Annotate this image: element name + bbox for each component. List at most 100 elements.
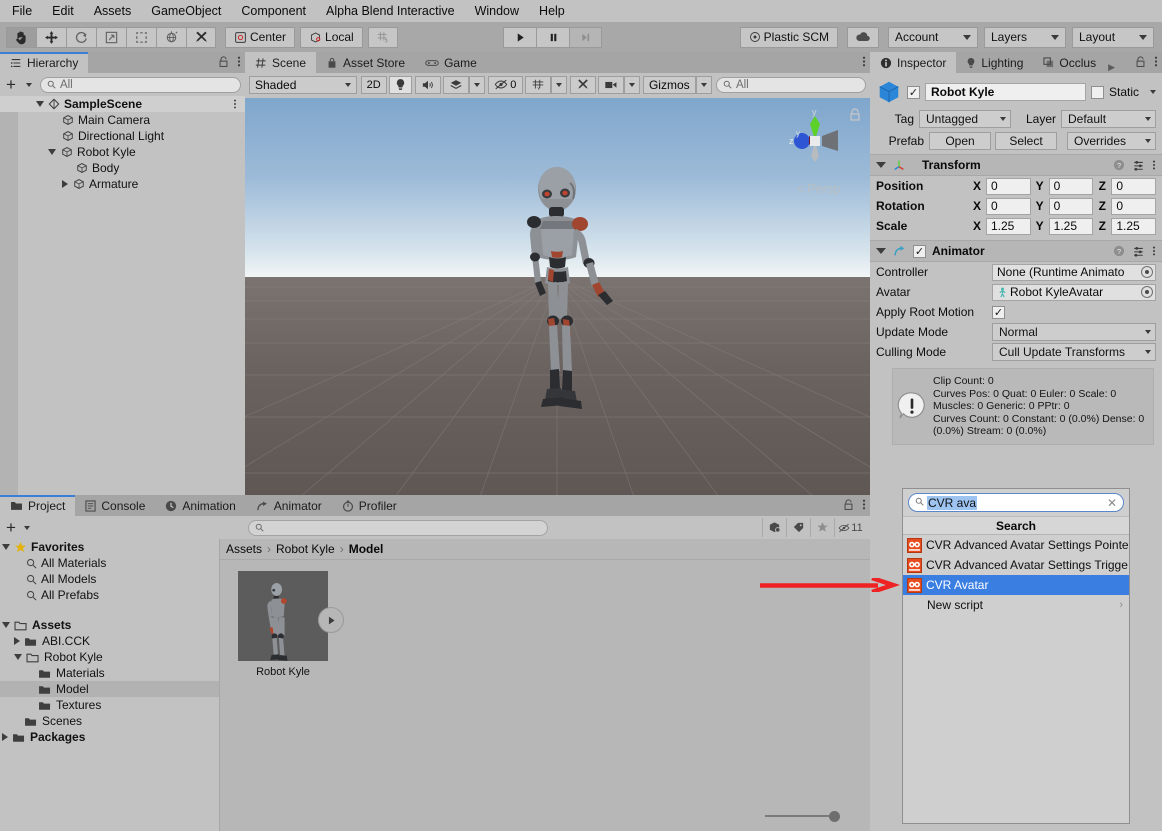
controller-object-field[interactable]: None (Runtime Animato	[992, 263, 1156, 281]
scale-tool-icon[interactable]	[96, 26, 126, 48]
scene-lighting-toggle[interactable]	[389, 75, 413, 94]
scene-fx-dropdown[interactable]	[469, 75, 486, 94]
avatar-object-field[interactable]: Robot KyleAvatar	[992, 283, 1156, 301]
breadcrumb-robot-kyle[interactable]: Robot Kyle	[276, 542, 335, 556]
scene-grid-toggle[interactable]: Y	[525, 75, 552, 94]
menu-item-help[interactable]: Help	[529, 0, 575, 22]
kebab-menu-icon[interactable]	[862, 55, 866, 68]
pivot-mode-button[interactable]: Center	[225, 26, 296, 48]
hierarchy-item-directional-light[interactable]: Directional Light	[0, 128, 245, 144]
asset-item-robot-kyle[interactable]: Robot Kyle	[238, 571, 344, 678]
rotation-z-input[interactable]: 0	[1111, 197, 1157, 215]
cloud-button[interactable]	[847, 26, 879, 48]
help-icon[interactable]: ?	[1113, 159, 1125, 171]
tab-hierarchy[interactable]: Hierarchy	[0, 52, 89, 73]
position-z-input[interactable]: 0	[1111, 177, 1157, 195]
add-component-item-cvr-advanced-avatar-settings-pointer[interactable]: CVR Advanced Avatar Settings Pointe	[903, 535, 1129, 555]
account-dropdown[interactable]: Account	[888, 26, 978, 48]
culling-mode-dropdown[interactable]: Cull Update Transforms	[992, 343, 1156, 361]
scene-snap-tools-button[interactable]	[569, 75, 596, 94]
project-tree-item-all-materials[interactable]: All Materials	[0, 555, 219, 571]
chevron-right-icon[interactable]	[2, 733, 8, 741]
update-mode-dropdown[interactable]: Normal	[992, 323, 1156, 341]
hand-tool-icon[interactable]	[6, 26, 36, 48]
space-mode-button[interactable]: Local	[300, 26, 363, 48]
menu-item-gameobject[interactable]: GameObject	[141, 0, 231, 22]
chevron-down-icon[interactable]	[1150, 90, 1156, 94]
kebab-menu-icon[interactable]	[1154, 55, 1158, 68]
hierarchy-search-input[interactable]: All	[39, 76, 241, 93]
add-component-item-cvr-advanced-avatar-settings-trigger[interactable]: CVR Advanced Avatar Settings Trigge	[903, 555, 1129, 575]
kebab-menu-icon[interactable]	[1152, 245, 1156, 257]
project-tree-item-textures[interactable]: Textures	[0, 697, 219, 713]
animator-enabled-checkbox[interactable]: ✓	[913, 244, 926, 258]
chevron-down-icon[interactable]	[876, 248, 886, 254]
chevron-right-icon[interactable]	[62, 180, 68, 188]
chevron-down-icon[interactable]	[876, 162, 886, 168]
tab-occlusion[interactable]: Occlus	[1033, 52, 1106, 73]
add-component-item-cvr-avatar[interactable]: CVR Avatar	[903, 575, 1129, 595]
step-button[interactable]	[569, 26, 603, 48]
chevron-down-icon[interactable]	[23, 525, 30, 530]
help-icon[interactable]: ?	[1113, 245, 1125, 257]
object-picker-icon[interactable]	[1141, 286, 1153, 298]
lock-icon[interactable]	[1135, 55, 1146, 68]
filter-by-label-button[interactable]	[786, 518, 810, 537]
chevron-down-icon[interactable]	[25, 82, 32, 87]
scene-viewport[interactable]: y z y < Persp	[245, 98, 870, 495]
model-preview-play-button[interactable]	[318, 607, 344, 633]
menu-item-window[interactable]: Window	[465, 0, 529, 22]
project-tree-item-model[interactable]: Model	[0, 681, 219, 697]
rotation-x-input[interactable]: 0	[986, 197, 1031, 215]
robot-kyle-model[interactable]	[477, 163, 647, 473]
prefab-overrides-dropdown[interactable]: Overrides	[1067, 132, 1156, 150]
menu-item-component[interactable]: Component	[231, 0, 316, 22]
kebab-menu-icon[interactable]	[862, 498, 866, 511]
scene-search-input[interactable]: All	[715, 76, 866, 93]
prefab-select-button[interactable]: Select	[995, 132, 1057, 150]
tab-console[interactable]: Console	[75, 495, 155, 516]
hierarchy-item-main-camera[interactable]: Main Camera	[0, 112, 245, 128]
add-component-item-new-script[interactable]: New script ›	[903, 595, 1129, 615]
kebab-menu-icon[interactable]	[1152, 159, 1156, 171]
toggle-2d-button[interactable]: 2D	[360, 75, 387, 94]
lock-icon[interactable]	[218, 55, 229, 68]
scale-x-input[interactable]: 1.25	[986, 217, 1031, 235]
chevron-right-icon[interactable]	[14, 637, 20, 645]
menu-item-file[interactable]: File	[8, 0, 42, 22]
chevron-down-icon[interactable]	[48, 149, 56, 155]
hidden-assets-count[interactable]: 11	[834, 518, 866, 537]
chevron-down-icon[interactable]	[2, 544, 10, 550]
breadcrumb-assets[interactable]: Assets	[226, 542, 262, 556]
asset-zoom-slider[interactable]	[765, 809, 840, 823]
gizmos-button[interactable]: Gizmos	[642, 75, 696, 94]
transform-component-header[interactable]: Transform ?	[870, 154, 1162, 176]
clear-search-icon[interactable]: ✕	[1107, 496, 1117, 510]
apply-root-motion-checkbox[interactable]: ✓	[992, 305, 1005, 319]
scene-visibility-toggle[interactable]: 0	[488, 75, 523, 94]
project-tree-item-materials[interactable]: Materials	[0, 665, 219, 681]
hierarchy-item-samplescene[interactable]: SampleScene	[0, 96, 245, 112]
filter-by-type-button[interactable]	[762, 518, 786, 537]
tabbar-overflow-arrow[interactable]: ▶	[1106, 62, 1115, 73]
scene-lock-icon[interactable]	[849, 108, 861, 122]
grid-snapping-button[interactable]	[367, 26, 398, 48]
object-name-input[interactable]: Robot Kyle	[925, 83, 1086, 101]
tag-dropdown[interactable]: Untagged	[919, 110, 1011, 128]
position-x-input[interactable]: 0	[986, 177, 1031, 195]
position-y-input[interactable]: 0	[1048, 177, 1094, 195]
object-enabled-checkbox[interactable]: ✓	[907, 85, 920, 99]
chevron-down-icon[interactable]	[14, 654, 22, 660]
play-button[interactable]	[503, 26, 537, 48]
scene-orientation-gizmo[interactable]: y z y	[780, 106, 850, 176]
object-picker-icon[interactable]	[1141, 266, 1153, 278]
layers-dropdown[interactable]: Layers	[984, 26, 1066, 48]
project-tree-item-abi-cck[interactable]: ABI.CCK	[0, 633, 219, 649]
tab-asset-store[interactable]: Asset Store	[316, 52, 415, 73]
layer-dropdown[interactable]: Default	[1061, 110, 1156, 128]
layout-dropdown[interactable]: Layout	[1072, 26, 1154, 48]
hierarchy-item-armature[interactable]: Armature	[0, 176, 245, 192]
static-checkbox[interactable]	[1090, 85, 1104, 99]
rect-tool-icon[interactable]	[126, 26, 156, 48]
tab-profiler[interactable]: Profiler	[332, 495, 407, 516]
